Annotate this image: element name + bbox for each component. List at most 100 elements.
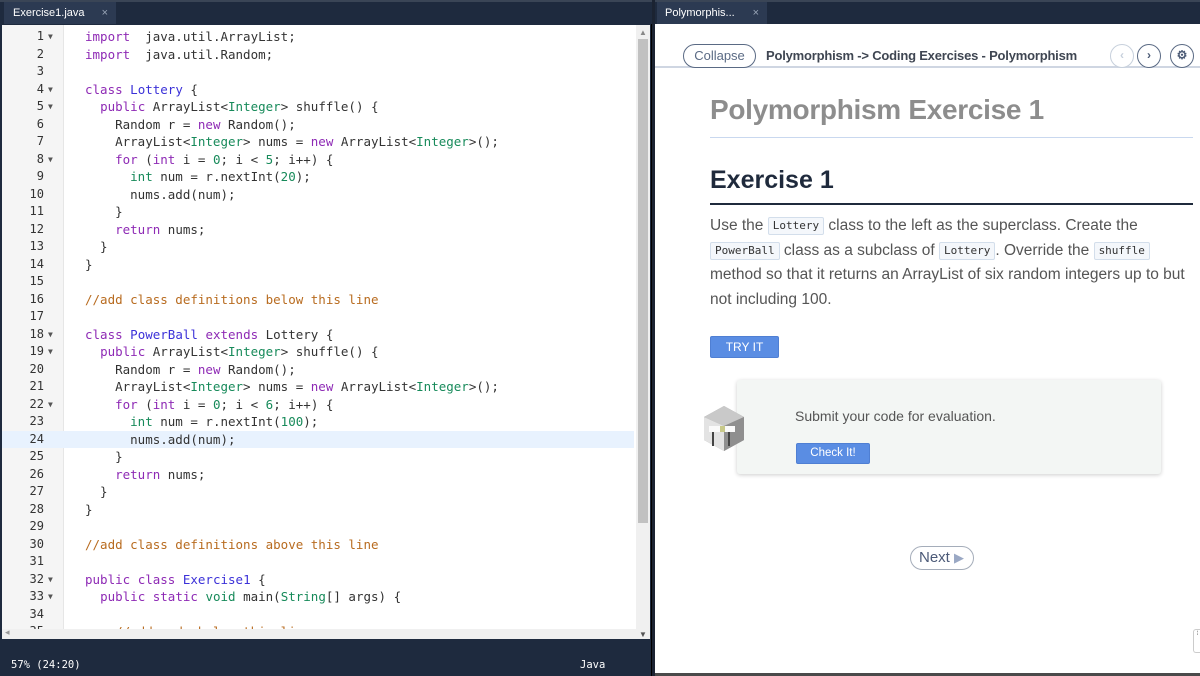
scroll-up-icon[interactable]: ▲ — [639, 28, 647, 37]
breadcrumb: Polymorphism -> Coding Exercises - Polym… — [766, 48, 1077, 63]
code-text: class PowerBall extends Lottery { — [85, 326, 334, 342]
fold-arrow-icon[interactable]: ▼ — [48, 326, 53, 344]
code-line[interactable]: 14} — [2, 256, 634, 274]
check-it-button[interactable]: Check It! — [796, 443, 870, 464]
line-number: 26 — [29, 466, 44, 481]
line-number: 12 — [29, 221, 44, 236]
vertical-scrollbar[interactable]: ▲ ▼ — [636, 25, 650, 639]
code-text: nums.add(num); — [85, 186, 236, 202]
code-line[interactable]: 32 ▼ public class Exercise1 { — [2, 571, 634, 589]
code-line[interactable]: 26 return nums; — [2, 466, 634, 484]
editor-tab-exercise1[interactable]: Exercise1.java × — [4, 2, 116, 24]
collapse-button[interactable]: Collapse — [683, 44, 756, 68]
fold-arrow-icon[interactable]: ▼ — [48, 28, 53, 46]
page-title: Polymorphism Exercise 1 — [710, 94, 1044, 125]
code-line[interactable]: 2 import java.util.Random; — [2, 46, 634, 64]
line-number: 6 — [36, 116, 44, 131]
code-line[interactable]: 9 int num = r.nextInt(20); — [2, 168, 634, 186]
guide-tab-polymorphism[interactable]: Polymorphis... × — [657, 2, 767, 24]
code-line[interactable]: 31 — [2, 553, 634, 571]
code-line[interactable]: 19 ▼ public ArrayList<Integer> shuffle() … — [2, 343, 634, 361]
scroll-left-icon[interactable]: ◂ — [5, 627, 10, 638]
gear-icon: ⚙ — [1176, 48, 1188, 62]
code-line[interactable]: 17 — [2, 308, 634, 326]
code-line[interactable]: 24 nums.add(num); — [2, 430, 634, 448]
next-button[interactable]: Next ▶ — [910, 546, 974, 570]
editor-tabbar: Exercise1.java × — [0, 0, 652, 24]
code-text: nums.add(num); — [85, 431, 236, 447]
desc-text: . Override the — [995, 241, 1094, 259]
code-text: public ArrayList<Integer> shuffle() { — [100, 344, 379, 359]
code-line[interactable]: 6 Random r = new Random(); — [2, 116, 634, 134]
code-line[interactable]: 4 ▼ class Lottery { — [2, 81, 634, 99]
try-it-button[interactable]: TRY IT — [710, 336, 779, 358]
line-number: 2 — [36, 46, 44, 61]
desc-text: Use the — [710, 217, 768, 234]
code-chip-lottery: Lottery — [767, 217, 825, 235]
code-line[interactable]: 10 nums.add(num); — [2, 186, 634, 204]
previous-page-button[interactable]: ‹ — [1110, 44, 1134, 68]
line-number: 31 — [29, 554, 44, 568]
code-line[interactable]: 13 } — [2, 238, 634, 256]
line-number: 29 — [29, 519, 44, 533]
code-text: ArrayList<Integer> nums = new ArrayList<… — [85, 379, 499, 394]
code-line[interactable]: 23 int num = r.nextInt(100); — [2, 413, 634, 431]
code-text: for (int i = 0; i < 5; i++) { — [115, 151, 334, 167]
fold-arrow-icon[interactable]: ▼ — [48, 588, 53, 606]
code-line[interactable]: 3 — [2, 63, 634, 81]
code-line[interactable]: 20 Random r = new Random(); — [2, 361, 634, 379]
code-line[interactable]: 25 } — [2, 448, 634, 466]
code-line[interactable]: 1 ▼ import java.util.ArrayList; — [2, 28, 634, 46]
line-number: 20 — [29, 361, 44, 376]
settings-button[interactable]: ⚙ — [1170, 44, 1194, 68]
play-arrow-icon: ▶ — [954, 550, 965, 565]
code-editor[interactable]: 1 ▼ import java.util.ArrayList; 2 import jav… — [2, 25, 650, 639]
code-line[interactable]: 15 — [2, 273, 634, 291]
side-panel-handle[interactable]: ⁞ — [1193, 629, 1200, 653]
fold-arrow-icon[interactable]: ▼ — [48, 151, 53, 169]
next-page-button[interactable]: › — [1137, 44, 1161, 68]
line-number: 14 — [29, 256, 44, 271]
code-line[interactable]: 16 //add class definitions below this lin… — [2, 291, 634, 309]
code-line[interactable]: 29 — [2, 518, 634, 536]
code-line[interactable]: 34 — [2, 606, 634, 624]
fold-arrow-icon[interactable]: ▼ — [48, 343, 53, 361]
code-line[interactable]: 8 ▼ for (int i = 0; i < 5; i++) { — [2, 151, 634, 169]
chevron-left-icon: ‹ — [1120, 48, 1124, 62]
code-line[interactable]: 7 ArrayList<Integer> nums = new ArrayLis… — [2, 133, 634, 151]
code-line[interactable]: 18 ▼ class PowerBall extends Lottery { — [2, 326, 634, 344]
code-line[interactable]: 11 } — [2, 203, 634, 221]
fold-arrow-icon[interactable]: ▼ — [48, 81, 53, 99]
section-divider — [710, 203, 1193, 205]
line-number: 11 — [29, 204, 44, 218]
fold-arrow-icon[interactable]: ▼ — [48, 396, 53, 414]
title-divider — [710, 137, 1193, 138]
close-icon[interactable]: × — [102, 2, 108, 24]
code-line[interactable]: 30 //add class definitions above this lin… — [2, 536, 634, 554]
close-icon[interactable]: × — [753, 2, 759, 24]
line-number: 10 — [29, 186, 44, 201]
code-line[interactable]: 27 } — [2, 483, 634, 501]
line-number: 28 — [29, 501, 44, 516]
line-number: 19 — [29, 344, 44, 358]
language-mode[interactable]: Java — [580, 654, 605, 676]
code-line[interactable]: 33 ▼ public static void main(String[] arg… — [2, 588, 634, 606]
line-number: 33 — [29, 589, 44, 603]
code-text: } — [85, 501, 93, 517]
scrollbar-thumb[interactable] — [638, 39, 648, 523]
code-line[interactable]: 12 return nums; — [2, 221, 634, 239]
code-line[interactable]: 21 ArrayList<Integer> nums = new ArrayLi… — [2, 378, 634, 396]
code-line[interactable]: 22 ▼ for (int i = 0; i < 6; i++) { — [2, 396, 634, 414]
line-number: 24 — [29, 431, 44, 446]
code-chip-lottery: Lottery — [938, 241, 996, 260]
fold-arrow-icon[interactable]: ▼ — [48, 571, 53, 589]
fold-arrow-icon[interactable]: ▼ — [48, 98, 53, 116]
scroll-down-icon[interactable]: ▼ — [639, 630, 647, 639]
horizontal-scrollbar[interactable]: ◂ — [2, 627, 636, 639]
code-line[interactable]: 28} — [2, 501, 634, 519]
editor-pane: Exercise1.java × 1 ▼ import java.util.Arra… — [0, 0, 652, 676]
code-line[interactable]: 5 ▼ public ArrayList<Integer> shuffle() { — [2, 98, 634, 116]
code-text: class Lottery { — [85, 81, 198, 97]
code-text: } — [85, 239, 108, 254]
code-text: public ArrayList<Integer> shuffle() { — [100, 99, 379, 114]
